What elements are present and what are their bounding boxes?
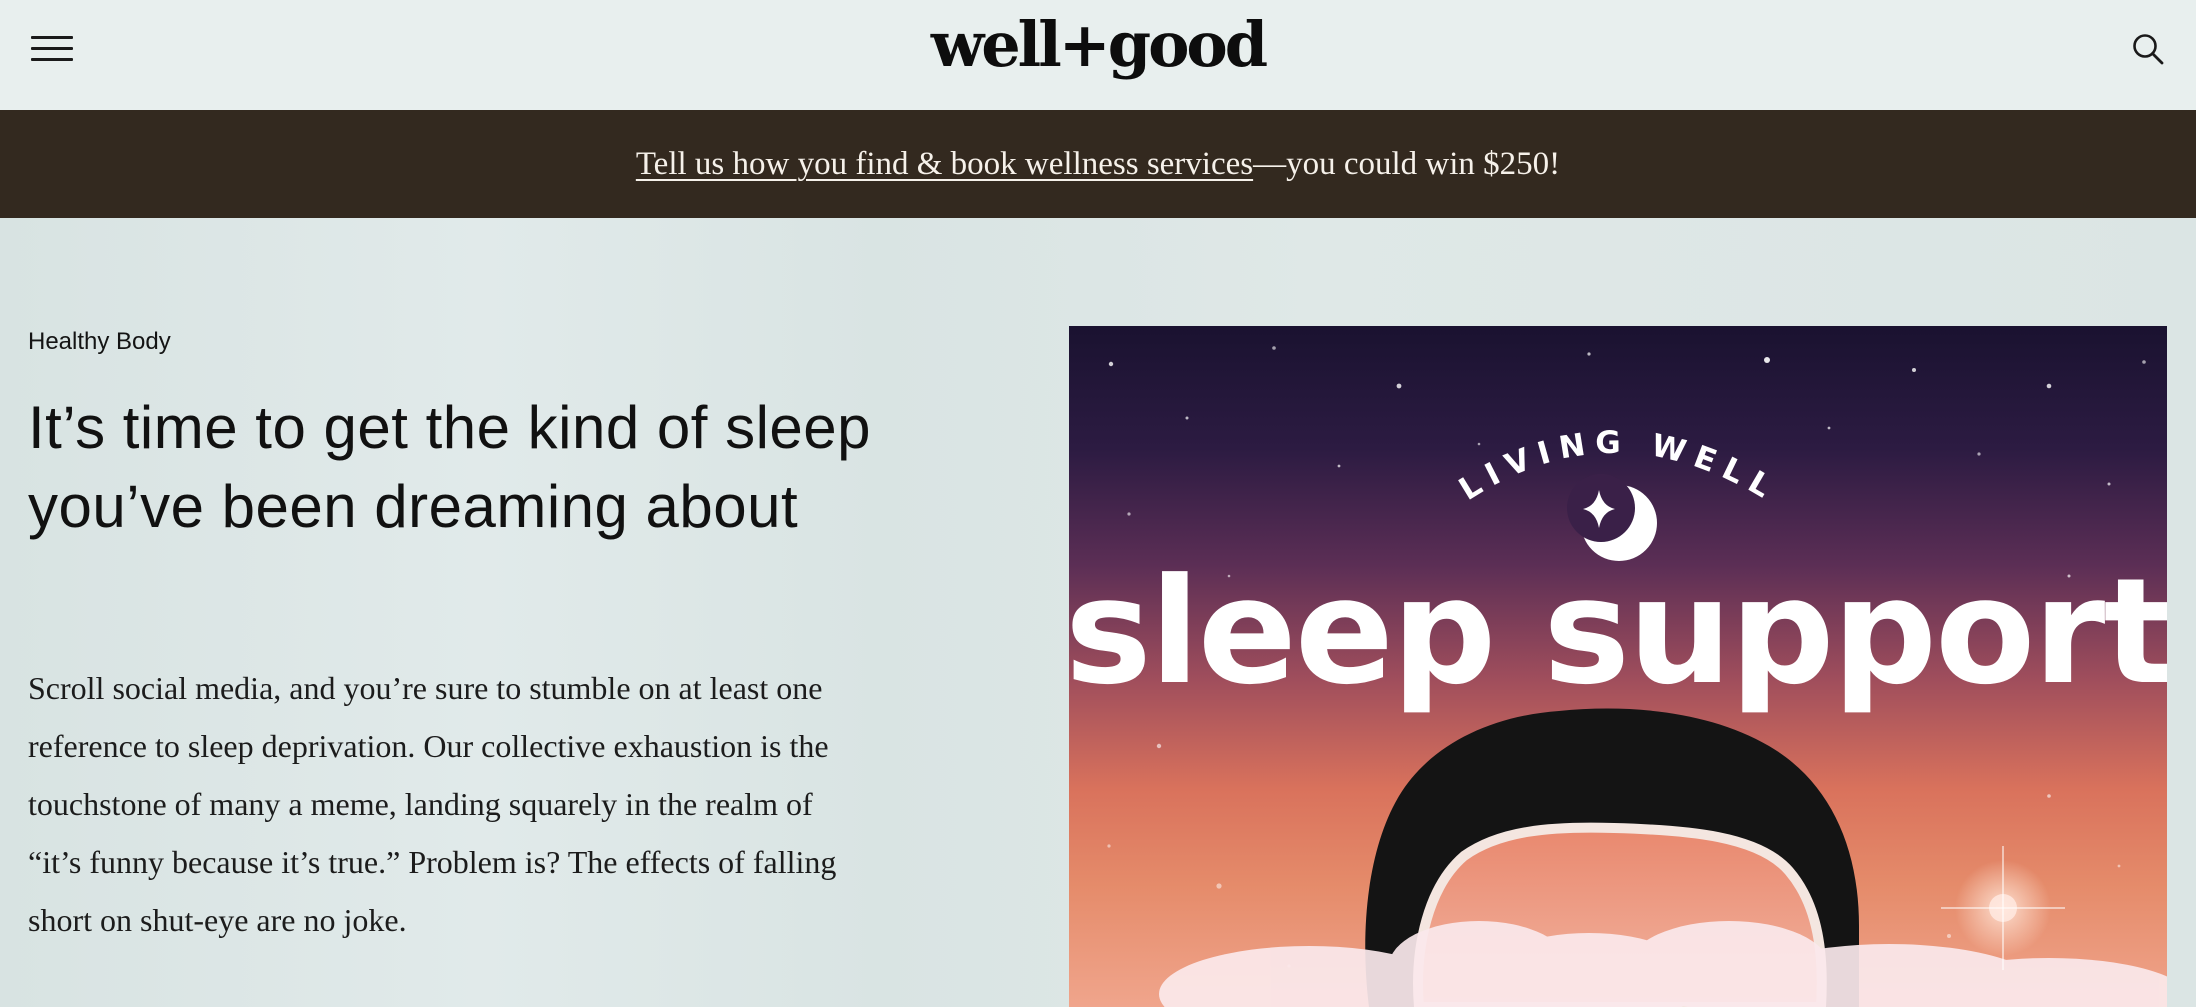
article-hero-section: Healthy Body It’s time to get the kind o…: [0, 218, 2196, 1007]
search-icon[interactable]: [2130, 31, 2166, 67]
site-header: well+good: [0, 0, 2196, 110]
hero-title-text: sleep support: [1069, 547, 2167, 717]
hero-image: LIVING WELL sleep support: [1069, 326, 2167, 1007]
article-intro: Scroll social media, and you’re sure to …: [28, 670, 837, 938]
article-headline: It’s time to get the kind of sleep you’v…: [28, 394, 872, 540]
promo-survey-link[interactable]: Tell us how you find & book wellness ser…: [636, 146, 1253, 182]
promo-suffix-text: —you could win $250!: [1253, 146, 1561, 182]
promo-banner: Tell us how you find & book wellness ser…: [0, 110, 2196, 218]
category-link[interactable]: Healthy Body: [28, 328, 171, 356]
site-logo[interactable]: well+good: [0, 6, 2196, 84]
